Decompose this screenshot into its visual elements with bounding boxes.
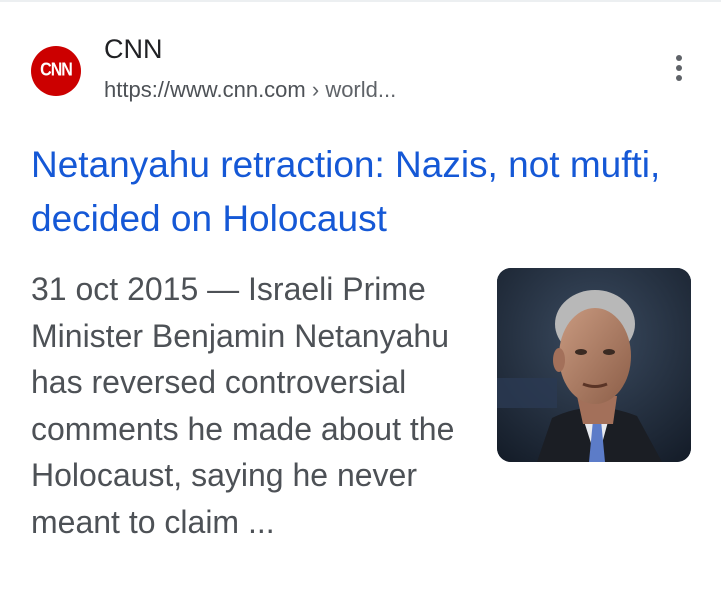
search-result-card: CNN CNN https://www.cnn.com › world... N… [0, 0, 721, 595]
url-path: world... [325, 77, 397, 102]
snippet-date: 31 oct 2015 [31, 271, 199, 307]
result-source[interactable]: CNN CNN https://www.cnn.com › world... [31, 34, 691, 114]
favicon-text: CNN [40, 60, 73, 81]
url-domain: https://www.cnn.com [104, 77, 306, 102]
cnn-logo-icon: CNN [31, 46, 81, 96]
snippet-text: Israeli Prime Minister Benjamin Netanyah… [31, 271, 455, 540]
snippet-separator: — [198, 271, 249, 307]
portrait-image [497, 268, 691, 462]
site-url: https://www.cnn.com › world... [104, 77, 396, 103]
more-options-button[interactable] [664, 50, 694, 86]
divider [0, 0, 721, 2]
site-name: CNN [104, 34, 163, 64]
url-separator: › [305, 77, 326, 102]
result-title-link[interactable]: Netanyahu retraction: Nazis, not mufti, … [31, 138, 671, 246]
more-vert-icon [676, 55, 682, 61]
result-snippet: 31 oct 2015 — Israeli Prime Minister Ben… [31, 266, 476, 545]
result-thumbnail-image[interactable] [497, 268, 691, 462]
